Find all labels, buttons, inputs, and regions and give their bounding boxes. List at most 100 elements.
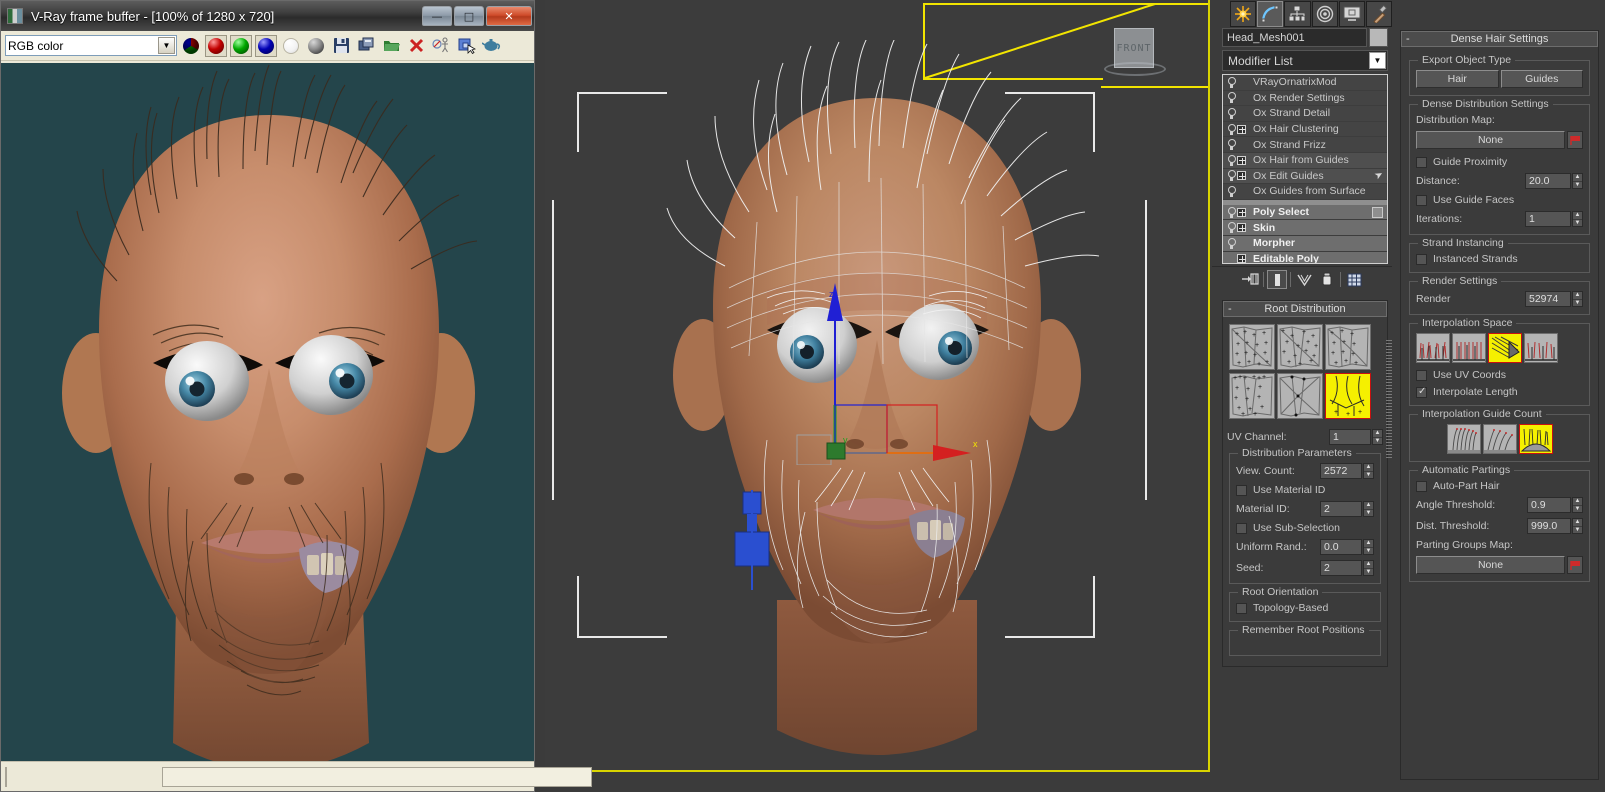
copy-image-button[interactable] [355,35,377,57]
interp-space-surface-button[interactable] [1416,333,1450,363]
uniform-rand-spin-buttons[interactable]: ▲▼ [1363,539,1374,555]
use-guide-faces-checkbox[interactable] [1416,195,1427,206]
maximize-button[interactable]: □ [454,6,484,26]
light-bulb-icon[interactable] [1225,91,1237,104]
render-spin-buttons[interactable]: ▲▼ [1572,291,1583,307]
use-sub-selection-checkbox[interactable] [1236,523,1247,534]
render-value[interactable]: 52974 [1525,291,1571,307]
distribution-map-button[interactable]: None [1416,131,1565,149]
vfb-titlebar[interactable]: V-Ray frame buffer - [100% of 1280 x 720… [1,1,534,31]
view-count-spin-buttons[interactable]: ▲▼ [1363,463,1374,479]
dist-threshold-value[interactable]: 999.0 [1527,518,1571,534]
expand-plus-icon[interactable] [1237,171,1246,180]
view-count-spinner[interactable]: 2572 ▲▼ [1320,463,1374,479]
green-channel-button[interactable] [230,35,252,57]
vray-frame-buffer-window[interactable]: V-Ray frame buffer - [100% of 1280 x 720… [0,0,535,792]
interp-space-uv-button[interactable] [1488,333,1522,363]
face-center-distribution-button[interactable]: +++ +++ +++ +++ +++ ++ [1229,373,1275,419]
distance-spin-buttons[interactable]: ▲▼ [1572,173,1583,189]
auto-part-hair-checkbox[interactable] [1416,481,1427,492]
gray-square-icon[interactable] [1372,207,1383,218]
guide-count-three-button[interactable] [1519,424,1553,454]
modifier-stack-list[interactable]: VRayOrnatrixModOx Render SettingsOx Stra… [1222,74,1388,264]
guide-proximity-checkbox[interactable] [1416,157,1427,168]
object-name-field[interactable]: Head_Mesh001 [1222,28,1367,47]
angle-threshold-spinner[interactable]: 0.9 ▲▼ [1527,497,1583,513]
parting-groups-map-row[interactable]: None [1416,556,1583,574]
iterations-value[interactable]: 1 [1525,211,1571,227]
object-color-swatch[interactable] [1369,28,1388,47]
tab-utilities[interactable] [1366,1,1392,27]
uniform-distribution-button[interactable]: ++++ ++++ ++++ ++++ [1229,324,1275,370]
view-count-value[interactable]: 2572 [1320,463,1362,479]
viewcube[interactable]: FRONT [1110,28,1158,76]
modifier-list-dropdown[interactable]: Modifier List ▼ [1222,50,1388,71]
material-id-spinner[interactable]: 2 ▲▼ [1320,501,1374,517]
light-bulb-icon[interactable] [1225,107,1237,120]
parting-groups-map-button[interactable]: None [1416,556,1565,574]
iterations-spin-buttons[interactable]: ▲▼ [1572,211,1583,227]
secondary-gizmo[interactable] [725,490,795,600]
export-object-type-buttons[interactable]: Hair Guides [1416,70,1583,88]
export-type-hair-button[interactable]: Hair [1416,70,1499,88]
modifier-stack-row[interactable]: Ox Edit Guides➤ [1223,169,1387,185]
remove-modifier-button[interactable] [1317,270,1337,289]
rgb-channel-button[interactable] [180,35,202,57]
collapse-toggle[interactable]: - [1228,303,1232,315]
red-channel-button[interactable] [205,35,227,57]
root-distribution-header[interactable]: - Root Distribution [1223,301,1387,317]
modifier-stack-row[interactable]: Editable Poly [1223,252,1387,264]
guide-count-two-button[interactable] [1483,424,1517,454]
use-uv-coords-row[interactable]: Use UV Coords [1416,369,1583,381]
export-type-guides-button[interactable]: Guides [1501,70,1584,88]
guide-count-one-button[interactable] [1447,424,1481,454]
clear-image-button[interactable] [405,35,427,57]
dense-hair-settings-header[interactable]: - Dense Hair Settings [1401,31,1598,47]
render-spinner[interactable]: 52974 ▲▼ [1525,291,1583,307]
uv-channel-spin-buttons[interactable]: ▲▼ [1372,429,1383,445]
viewport-canvas[interactable]: z y x [545,0,1208,770]
material-id-spin-buttons[interactable]: ▲▼ [1363,501,1374,517]
iterations-spinner[interactable]: 1 ▲▼ [1525,211,1583,227]
tab-hierarchy[interactable] [1284,1,1310,27]
material-id-value[interactable]: 2 [1320,501,1362,517]
vfb-toolbar[interactable]: RGB color ▼ [1,31,534,61]
blue-channel-button[interactable] [255,35,277,57]
interp-space-world-button[interactable] [1452,333,1486,363]
show-end-result-button[interactable] [1267,270,1287,289]
distribution-map-swatch[interactable] [1567,131,1583,149]
pin-stack-button[interactable] [1240,270,1260,289]
interpolate-length-row[interactable]: Interpolate Length [1416,386,1583,398]
expand-plus-icon[interactable] [1237,156,1246,165]
modifier-stack-row[interactable]: Ox Render Settings [1223,91,1387,107]
alpha-channel-button[interactable] [280,35,302,57]
angle-threshold-spin-buttons[interactable]: ▲▼ [1572,497,1583,513]
monochrome-button[interactable] [305,35,327,57]
vfb-status-bar[interactable] [1,761,534,791]
seed-spinner[interactable]: 2 ▲▼ [1320,560,1374,576]
configure-sets-button[interactable] [1344,270,1364,289]
dist-threshold-spinner[interactable]: 999.0 ▲▼ [1527,518,1583,534]
area-distribution-button[interactable]: +++ +++ +++ +++ [1325,324,1371,370]
close-button[interactable]: ✕ [486,6,532,26]
command-panel-tabs[interactable] [1212,0,1392,28]
light-bulb-icon[interactable] [1225,237,1237,250]
distribution-icon-row-1[interactable]: ++++ ++++ ++++ ++++ [1229,324,1381,370]
guide-proximity-row[interactable]: Guide Proximity [1416,156,1583,168]
vray-teapot-button[interactable] [480,35,502,57]
use-material-id-row[interactable]: Use Material ID [1236,484,1374,496]
load-image-button[interactable] [380,35,402,57]
instanced-strands-row[interactable]: Instanced Strands [1416,253,1583,265]
seed-value[interactable]: 2 [1320,560,1362,576]
light-bulb-icon[interactable] [1225,206,1237,219]
interpolate-length-checkbox[interactable] [1416,387,1427,398]
expand-plus-icon[interactable] [1237,254,1246,263]
light-bulb-icon[interactable] [1225,123,1237,136]
interp-space-guide-button[interactable] [1524,333,1558,363]
modifier-stack-row[interactable]: Ox Strand Frizz [1223,137,1387,153]
use-material-id-checkbox[interactable] [1236,485,1247,496]
angle-threshold-value[interactable]: 0.9 [1527,497,1571,513]
tab-create[interactable] [1230,1,1256,27]
light-bulb-icon[interactable] [1225,221,1237,234]
instanced-strands-checkbox[interactable] [1416,254,1427,265]
